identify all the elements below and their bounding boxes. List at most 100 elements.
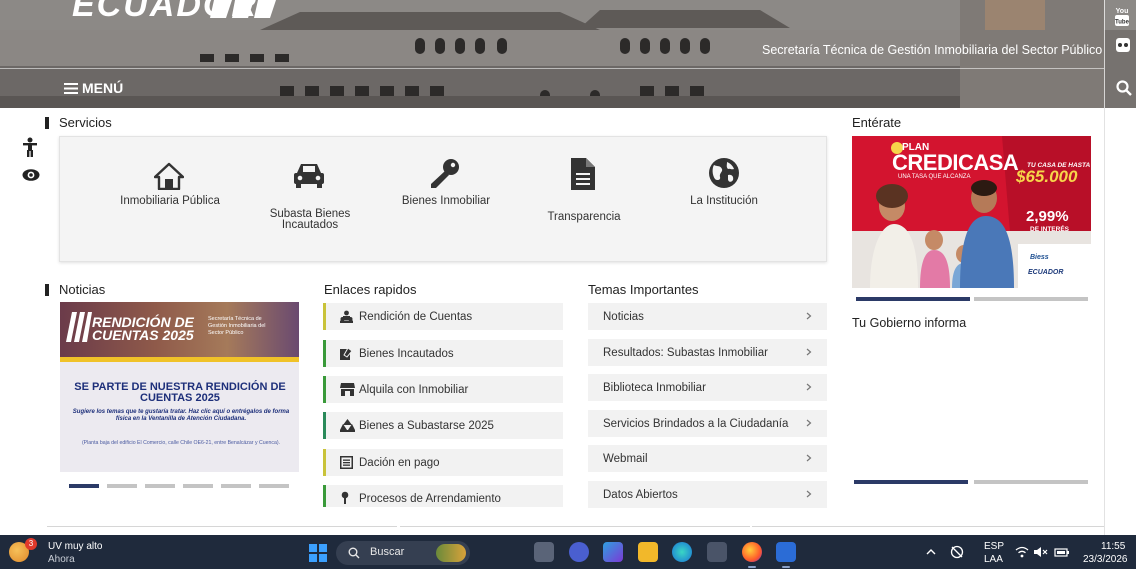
temas-title: Temas Importantes	[588, 282, 699, 297]
flickr-icon[interactable]	[1116, 38, 1130, 52]
link-accent-bar	[323, 303, 326, 330]
quick-link-label: Bienes a Subastarse 2025	[359, 419, 494, 432]
news-carousel-dot[interactable]	[221, 484, 251, 488]
quick-link-label: Rendición de Cuentas	[359, 310, 473, 323]
topic-label: Biblioteca Inmobiliar	[603, 382, 706, 394]
gobierno-carousel-dot-active[interactable]	[854, 480, 968, 484]
service-label: Transparencia	[547, 211, 621, 223]
header-separator-line	[0, 68, 1104, 69]
taskbar-search-icon	[348, 547, 360, 559]
key-icon	[431, 159, 459, 188]
quick-link-procesos-arrendamiento[interactable]: Procesos de Arrendamiento	[323, 485, 563, 507]
ad-ecuador-logo: ECUADOR	[1028, 269, 1064, 276]
search-icon[interactable]	[1116, 80, 1132, 96]
search-highlight-image	[436, 544, 466, 562]
topic-biblioteca[interactable]: Biblioteca Inmobiliar	[588, 374, 827, 401]
servicios-title: Servicios	[59, 115, 112, 130]
taskbar-search-box[interactable]: Buscar	[336, 541, 470, 565]
quick-link-dacion-pago[interactable]: Dación en pago	[323, 449, 563, 476]
quick-link-alquila[interactable]: Alquila con Inmobiliar	[323, 376, 563, 403]
header-institution-name: Secretaría Técnica de Gestión Inmobiliar…	[762, 43, 1103, 57]
news-carousel-dot[interactable]	[107, 484, 137, 488]
news-banner[interactable]: RENDICIÓN DE CUENTAS 2025 Secretaría Téc…	[60, 302, 299, 472]
link-accent-bar	[323, 340, 326, 367]
youtube-icon[interactable]: You Tube	[1114, 6, 1130, 28]
news-banner-body: Sugiere los temas que te gustaría tratar…	[72, 409, 290, 422]
wifi-icon[interactable]	[1015, 546, 1029, 558]
topic-label: Noticias	[603, 311, 644, 323]
service-label: Inmobiliaria Pública	[120, 195, 220, 207]
quick-link-label: Bienes Incautados	[359, 347, 454, 360]
word-icon[interactable]	[776, 542, 796, 562]
accessibility-icon[interactable]	[22, 137, 38, 157]
ad-tagline: UNA TASA QUE ALCANZA	[898, 174, 971, 180]
volume-muted-icon[interactable]	[1033, 546, 1049, 558]
ad-rate: 2,99%	[1026, 208, 1069, 225]
weather-title[interactable]: UV muy alto	[48, 541, 102, 552]
service-transparencia[interactable]: Transparencia	[514, 157, 654, 227]
credicasa-ad-banner[interactable]: PLAN CREDICASA UNA TASA QUE ALCANZA TU C…	[852, 136, 1091, 288]
store-icon	[340, 383, 355, 396]
page-right-border	[1104, 108, 1105, 535]
ad-brand-text: CREDICASA	[892, 150, 1019, 175]
service-subasta-bienes[interactable]: Subasta Bienes Incautados	[240, 157, 380, 237]
quick-link-rendicion-cuentas[interactable]: Rendición de Cuentas	[323, 303, 563, 330]
news-banner-band	[60, 357, 299, 362]
chevron-right-icon	[806, 490, 812, 498]
group-icon	[340, 419, 355, 432]
store-app-icon[interactable]	[707, 542, 727, 562]
news-carousel-dot-active[interactable]	[69, 484, 99, 488]
eye-icon[interactable]	[22, 168, 40, 182]
topic-datos-abiertos[interactable]: Datos Abiertos	[588, 481, 827, 508]
chevron-right-icon	[806, 454, 812, 462]
chevron-right-icon	[806, 348, 812, 356]
news-carousel-dot[interactable]	[259, 484, 289, 488]
news-carousel-dot[interactable]	[145, 484, 175, 488]
meet-icon[interactable]	[569, 542, 589, 562]
windows-start-icon[interactable]	[309, 544, 327, 562]
chevron-right-icon	[806, 383, 812, 391]
enterate-carousel-dot[interactable]	[974, 297, 1088, 301]
topic-servicios-ciudadania[interactable]: Servicios Brindados a la Ciudadanía	[588, 410, 827, 437]
enterate-title: Entérate	[852, 115, 902, 130]
ad-amount: $65.000	[1016, 167, 1078, 186]
service-bienes-inmobiliar[interactable]: Bienes Inmobiliar	[376, 157, 516, 212]
clock-time[interactable]: 11:55	[1101, 541, 1125, 552]
keyboard-layout[interactable]: LAA	[984, 554, 1003, 565]
home-icon	[154, 162, 184, 190]
edge-browser-icon[interactable]	[672, 542, 692, 562]
news-carousel-dot[interactable]	[183, 484, 213, 488]
battery-icon[interactable]	[1054, 546, 1070, 558]
topic-noticias[interactable]: Noticias	[588, 303, 827, 330]
link-accent-bar	[323, 449, 326, 476]
task-view-icon[interactable]	[534, 542, 554, 562]
chevron-right-icon	[806, 312, 812, 320]
ad-rate-label: DE INTERÉS	[1030, 226, 1070, 233]
enterate-carousel-dot-active[interactable]	[856, 297, 970, 301]
chevron-up-icon[interactable]	[926, 548, 936, 556]
quick-link-bienes-subastarse[interactable]: Bienes a Subastarse 2025	[323, 412, 563, 439]
globe-icon	[709, 158, 739, 188]
people-icon	[340, 310, 353, 323]
windows-taskbar: 3 UV muy alto Ahora Buscar ESP LAA 11:55…	[0, 535, 1136, 569]
quick-link-bienes-incautados[interactable]: Bienes Incautados	[323, 340, 563, 367]
service-inmobiliaria-publica[interactable]: Inmobiliaria Pública	[100, 157, 240, 212]
language-code[interactable]: ESP	[984, 541, 1004, 552]
menu-button[interactable]: MENÚ	[64, 80, 123, 96]
quick-link-label: Dación en pago	[359, 456, 440, 469]
link-accent-bar	[323, 376, 326, 403]
menu-label: MENÚ	[82, 80, 124, 96]
topic-resultados-subastas[interactable]: Resultados: Subastas Inmobiliar	[588, 339, 827, 366]
topic-label: Webmail	[603, 453, 648, 465]
m365-icon[interactable]	[603, 542, 623, 562]
youtube-label-bottom: Tube	[1115, 20, 1130, 26]
firefox-icon[interactable]	[742, 542, 762, 562]
topic-webmail[interactable]: Webmail	[588, 445, 827, 472]
notifications-muted-icon[interactable]	[950, 545, 964, 559]
service-la-institucion[interactable]: La Institución	[654, 157, 794, 212]
clock-date[interactable]: 23/3/2026	[1083, 554, 1128, 565]
file-explorer-icon[interactable]	[638, 542, 658, 562]
gobierno-carousel-dot[interactable]	[974, 480, 1088, 484]
weather-badge: 3	[25, 538, 37, 550]
taskbar-search-label: Buscar	[370, 546, 405, 558]
